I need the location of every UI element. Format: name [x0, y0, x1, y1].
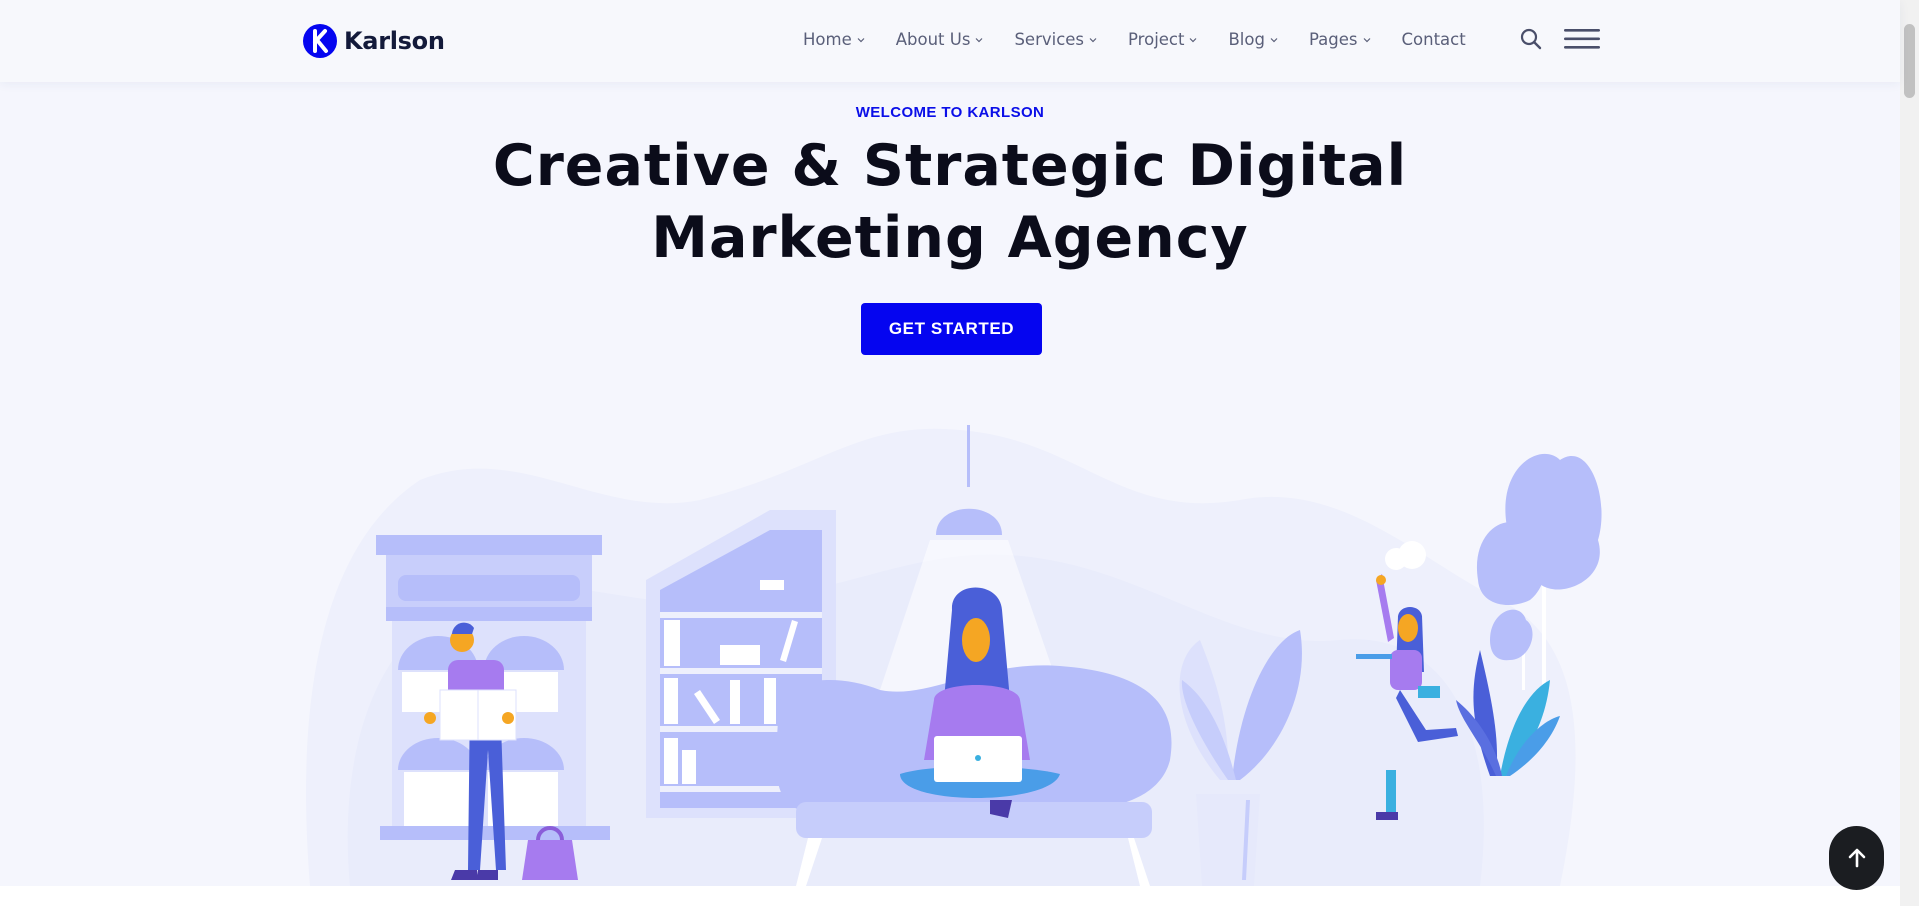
- nav-item-label: Contact: [1401, 29, 1466, 49]
- get-started-button[interactable]: GET STARTED: [861, 303, 1042, 355]
- site-header: Karlson Home About Us Services Project B…: [0, 0, 1900, 82]
- scrollbar-thumb[interactable]: [1904, 24, 1915, 98]
- hero-kicker: WELCOME TO KARLSON: [855, 104, 1045, 121]
- nav-item-label: Blog: [1228, 29, 1265, 49]
- nav-item-label: Pages: [1308, 29, 1358, 49]
- brand-name: Karlson: [344, 27, 445, 55]
- hamburger-menu-icon[interactable]: [1564, 28, 1600, 50]
- nav-item-label: Services: [1014, 29, 1085, 49]
- nav-item-label: Project: [1128, 29, 1185, 49]
- arrow-up-icon: [1848, 848, 1865, 868]
- nav-item-label: About Us: [895, 29, 971, 49]
- chevron-down-icon: [1363, 38, 1370, 43]
- chevron-down-icon: [857, 38, 865, 43]
- hero-title: Creative & Strategic Digital Marketing A…: [0, 130, 1900, 274]
- nav-item-about-us[interactable]: About Us: [896, 24, 984, 54]
- main-nav: Home About Us Services Project Blog Page…: [803, 24, 1497, 54]
- nav-item-services[interactable]: Services: [1014, 24, 1097, 54]
- section-divider: [0, 886, 1900, 906]
- nav-item-contact[interactable]: Contact: [1402, 24, 1466, 54]
- nav-item-blog[interactable]: Blog: [1228, 24, 1278, 54]
- page-scrollbar[interactable]: [1900, 0, 1919, 906]
- nav-item-pages[interactable]: Pages: [1309, 24, 1371, 54]
- scroll-to-top-button[interactable]: [1829, 826, 1884, 890]
- search-icon[interactable]: [1519, 27, 1543, 51]
- chevron-down-icon: [1089, 38, 1097, 43]
- logo[interactable]: Karlson: [302, 22, 445, 60]
- nav-item-project[interactable]: Project: [1128, 24, 1197, 54]
- chevron-down-icon: [1270, 38, 1278, 43]
- nav-item-label: Home: [803, 29, 852, 49]
- office-scene-illustration: [306, 425, 1602, 886]
- nav-item-home[interactable]: Home: [803, 24, 865, 54]
- chevron-down-icon: [1190, 38, 1197, 43]
- page: Karlson Home About Us Services Project B…: [0, 0, 1919, 906]
- hero-title-line-2: Marketing Agency: [651, 205, 1249, 271]
- hero-title-line-1: Creative & Strategic Digital: [492, 133, 1408, 199]
- chevron-down-icon: [976, 38, 983, 43]
- karlson-logo-icon: [303, 24, 337, 58]
